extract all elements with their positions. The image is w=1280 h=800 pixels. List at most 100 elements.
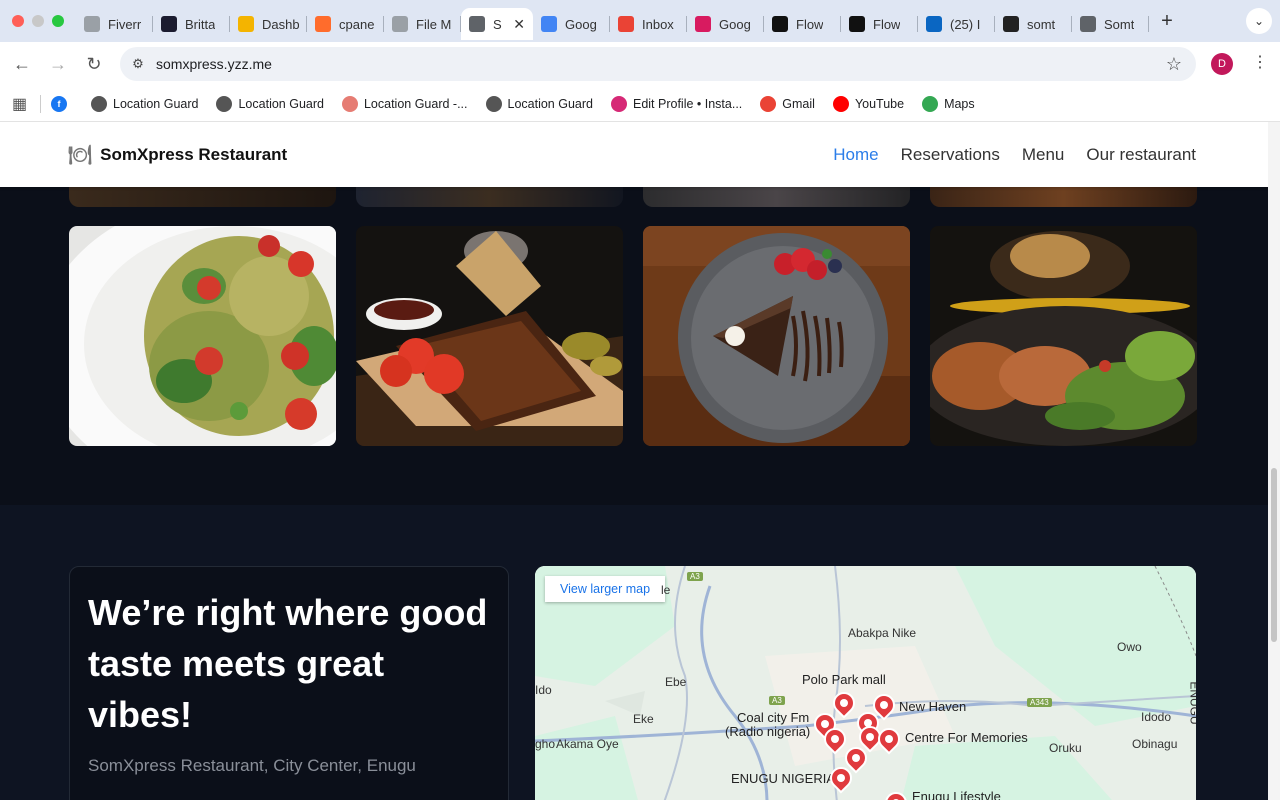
restaurant-address: SomXpress Restaurant, City Center, Enugu [88, 756, 416, 775]
road-shield: A3 [687, 572, 703, 581]
globe-icon [91, 95, 107, 112]
tab-search-button[interactable]: ⌄ [1246, 8, 1272, 34]
nav-link-menu[interactable]: Menu [1022, 145, 1065, 165]
bookmark-label: Maps [944, 96, 975, 111]
road-shield: A3 [769, 696, 785, 705]
scrollbar-thumb[interactable] [1271, 468, 1277, 642]
page-scrollbar[interactable] [1268, 122, 1280, 800]
bookmark-label: Location Guard [113, 96, 199, 111]
nav-link-home[interactable]: Home [833, 145, 878, 165]
tab-title: Goog [719, 16, 751, 32]
samosa-plate-photo[interactable] [930, 226, 1197, 446]
reload-button[interactable]: ↻ [76, 54, 112, 75]
bookmark-facebook[interactable]: f [51, 95, 73, 112]
globe-icon [84, 16, 100, 32]
location-section: We’re right where good taste meets great… [0, 505, 1268, 800]
profile-avatar[interactable]: D [1211, 53, 1233, 75]
bookmark-item[interactable]: Location Guard [485, 95, 593, 112]
bookmark-item[interactable]: Location Guard [216, 95, 324, 112]
youtube-icon [832, 95, 849, 112]
browser-tab[interactable]: Fiverr [76, 8, 153, 40]
bookmark-item[interactable]: Location Guard [91, 95, 199, 112]
browser-toolbar: ← → ↻ ⚙ somxpress.yzz.me ☆ D ⋮ [0, 42, 1280, 86]
tab-list: Fiverr Britta Dashb cpane File M S ✕ Goog Inbox G… [76, 0, 1149, 42]
map-label-ole: le [661, 583, 671, 597]
browser-tab[interactable]: File M [384, 8, 461, 40]
browser-tab[interactable]: Flow [841, 8, 918, 40]
url-text[interactable]: somxpress.yzz.me [156, 56, 272, 72]
map-label: Eke [633, 712, 654, 726]
browser-tab[interactable]: Somt [1072, 8, 1149, 40]
gallery-image-cut [930, 187, 1197, 207]
pasta-salad-photo[interactable] [69, 226, 336, 446]
instagram-icon [610, 95, 627, 112]
bookmark-item[interactable]: Edit Profile • Insta... [610, 95, 743, 112]
maps-icon [922, 95, 939, 112]
browser-tab[interactable]: Britta [153, 8, 230, 40]
globe-icon [1080, 16, 1096, 32]
bookmark-list: Location Guard Location Guard Location Gua… [91, 95, 993, 112]
map-label: (Radio nigeria) [725, 724, 811, 739]
browser-tab-strip: Fiverr Britta Dashb cpane File M S ✕ Goog Inbox G… [0, 0, 1280, 42]
bookmark-item[interactable]: YouTube [832, 95, 904, 112]
embedded-map[interactable]: View larger map le A3 Abakpa Nike Owo Po… [535, 566, 1196, 800]
maximize-window-button[interactable] [52, 15, 64, 27]
close-window-button[interactable] [12, 15, 24, 27]
flow-icon [772, 16, 788, 32]
tab-title: Fiverr [108, 16, 142, 32]
map-label: Obinagu [1132, 737, 1178, 751]
bookmark-item[interactable]: Gmail [760, 95, 815, 112]
chocolate-cake-photo[interactable] [643, 226, 910, 446]
map-label: Centre For Memories [905, 730, 1028, 745]
nav-link-reservations[interactable]: Reservations [901, 145, 1000, 165]
globe-icon [392, 16, 408, 32]
view-larger-map-link[interactable]: View larger map [545, 576, 666, 602]
ribs-board-photo[interactable] [356, 226, 623, 446]
road-shield: A343 [1027, 698, 1052, 707]
browser-tab[interactable]: S ✕ [461, 8, 533, 40]
tab-title: somt [1027, 16, 1056, 32]
address-bar[interactable]: ⚙ somxpress.yzz.me ☆ [120, 47, 1196, 81]
tab-title: Inbox [642, 16, 674, 32]
site-info-icon[interactable]: ⚙ [120, 56, 156, 72]
gemini-icon [541, 16, 557, 32]
flow-icon [849, 16, 865, 32]
browser-tab[interactable]: (25) I [918, 8, 995, 40]
browser-tab[interactable]: Flow [764, 8, 841, 40]
browser-tab[interactable]: Goog [687, 8, 764, 40]
browser-tab[interactable]: Goog [533, 8, 610, 40]
bookmark-label: Edit Profile • Insta... [632, 96, 743, 111]
map-label: Abakpa Nike [848, 626, 917, 640]
bookmarks-bar: ▦ f Location Guard Location Guard Location… [0, 86, 1280, 122]
tab-title: (25) I [950, 16, 981, 32]
back-button[interactable]: ← [4, 54, 40, 75]
site-header: 🍽 SomXpress Restaurant Home Reservations M… [0, 122, 1268, 187]
tab-title: cpane [339, 16, 375, 32]
bookmark-star-icon[interactable]: ☆ [1166, 54, 1182, 75]
apps-grid-icon[interactable]: ▦ [0, 94, 40, 114]
browser-tab[interactable]: somt [995, 8, 1072, 40]
bookmark-label: Gmail [782, 96, 815, 111]
map-label: Polo Park mall [802, 672, 886, 687]
bookmark-item[interactable]: Location Guard -... [341, 95, 468, 112]
tab-title: Somt [1104, 16, 1135, 32]
browser-tab[interactable]: Dashb [230, 8, 307, 40]
tab-title: Dashb [262, 16, 299, 32]
browser-tab[interactable]: cpane [307, 8, 384, 40]
bookmark-label: Location Guard [507, 96, 593, 111]
close-tab-icon[interactable]: ✕ [513, 16, 525, 33]
nav-link-our-restaurant[interactable]: Our restaurant [1086, 145, 1196, 165]
map-label: Owo [1117, 640, 1142, 654]
bookmark-item[interactable]: Maps [922, 95, 975, 112]
forward-button[interactable]: → [40, 54, 76, 75]
minimize-window-button[interactable] [32, 15, 44, 27]
browser-menu-icon[interactable]: ⋮ [1252, 52, 1268, 72]
github-icon [1003, 16, 1019, 32]
bookmarks-divider [40, 94, 41, 113]
facebook-icon: f [51, 95, 67, 112]
new-tab-button[interactable]: + [1153, 10, 1181, 33]
bookmark-label: Location Guard [238, 96, 324, 111]
site-logo[interactable]: 🍽 SomXpress Restaurant [68, 143, 287, 167]
gallery-previous-row [0, 187, 1268, 207]
browser-tab[interactable]: Inbox [610, 8, 687, 40]
